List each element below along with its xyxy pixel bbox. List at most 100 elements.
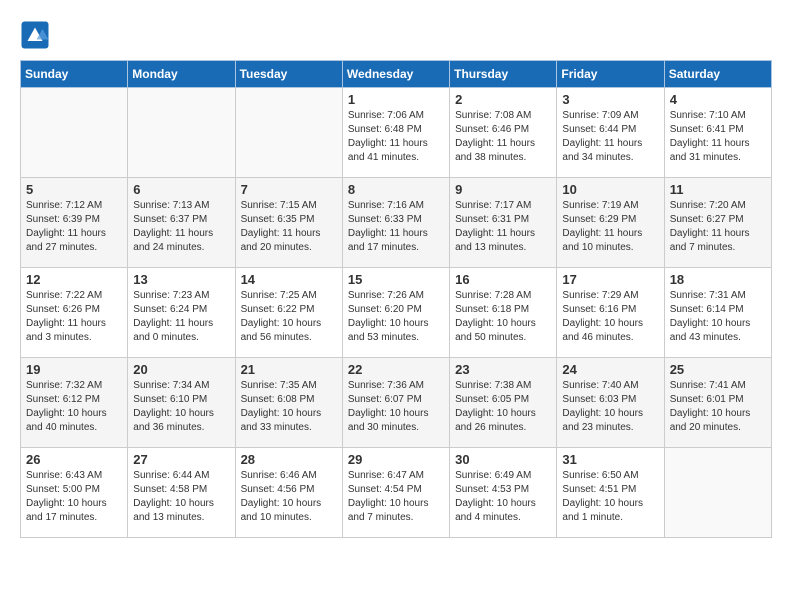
- day-content: Sunrise: 7:15 AM Sunset: 6:35 PM Dayligh…: [241, 199, 337, 255]
- calendar-cell: 21Sunrise: 7:35 AM Sunset: 6:08 PM Dayli…: [235, 358, 342, 448]
- day-content: Sunrise: 6:46 AM Sunset: 4:56 PM Dayligh…: [241, 469, 337, 525]
- calendar-cell: 7Sunrise: 7:15 AM Sunset: 6:35 PM Daylig…: [235, 178, 342, 268]
- day-number: 20: [133, 362, 229, 377]
- day-number: 10: [562, 182, 658, 197]
- day-number: 9: [455, 182, 551, 197]
- calendar-cell: [664, 448, 771, 538]
- day-content: Sunrise: 7:25 AM Sunset: 6:22 PM Dayligh…: [241, 289, 337, 345]
- calendar-cell: 20 Sunrise: 7:34 AM Sunset: 6:10 PM Dayli…: [128, 358, 235, 448]
- calendar-cell: 2Sunrise: 7:08 AM Sunset: 6:46 PM Daylig…: [450, 88, 557, 178]
- day-number: 27: [133, 452, 229, 467]
- day-content: Sunrise: 7:28 AM Sunset: 6:18 PM Dayligh…: [455, 289, 551, 345]
- day-content: Sunrise: 7:22 AM Sunset: 6:26 PM Dayligh…: [26, 289, 122, 345]
- week-row-3: 19Sunrise: 7:32 AM Sunset: 6:12 PM Dayli…: [21, 358, 772, 448]
- day-number: 18: [670, 272, 766, 287]
- day-number: 1: [348, 92, 444, 107]
- calendar-cell: 13 Sunrise: 7:23 AM Sunset: 6:24 PM Dayli…: [128, 268, 235, 358]
- day-content: Sunrise: 6:47 AM Sunset: 4:54 PM Dayligh…: [348, 469, 444, 525]
- calendar-header: SundayMondayTuesdayWednesdayThursdayFrid…: [21, 61, 772, 88]
- day-number: 8: [348, 182, 444, 197]
- day-content: Sunrise: 7:23 AM Sunset: 6:24 PM Dayligh…: [133, 289, 229, 345]
- week-row-2: 12 Sunrise: 7:22 AM Sunset: 6:26 PM Dayli…: [21, 268, 772, 358]
- day-content: Sunrise: 7:06 AM Sunset: 6:48 PM Dayligh…: [348, 109, 444, 165]
- day-content: Sunrise: 7:20 AM Sunset: 6:27 PM Dayligh…: [670, 199, 766, 255]
- calendar-cell: 19Sunrise: 7:32 AM Sunset: 6:12 PM Dayli…: [21, 358, 128, 448]
- days-row: SundayMondayTuesdayWednesdayThursdayFrid…: [21, 61, 772, 88]
- calendar-cell: 24 Sunrise: 7:40 AM Sunset: 6:03 PM Dayli…: [557, 358, 664, 448]
- calendar-cell: 9 Sunrise: 7:17 AM Sunset: 6:31 PM Daylig…: [450, 178, 557, 268]
- calendar-cell: 31 Sunrise: 6:50 AM Sunset: 4:51 PM Dayli…: [557, 448, 664, 538]
- day-number: 6: [133, 182, 229, 197]
- logo-icon: [20, 20, 50, 50]
- day-content: Sunrise: 7:12 AM Sunset: 6:39 PM Dayligh…: [26, 199, 122, 255]
- calendar-cell: [128, 88, 235, 178]
- logo: [20, 20, 54, 50]
- day-content: Sunrise: 7:41 AM Sunset: 6:01 PM Dayligh…: [670, 379, 766, 435]
- week-row-0: 1 Sunrise: 7:06 AM Sunset: 6:48 PM Daylig…: [21, 88, 772, 178]
- day-number: 22: [348, 362, 444, 377]
- calendar-cell: [235, 88, 342, 178]
- day-content: Sunrise: 7:40 AM Sunset: 6:03 PM Dayligh…: [562, 379, 658, 435]
- calendar-body: 1 Sunrise: 7:06 AM Sunset: 6:48 PM Daylig…: [21, 88, 772, 538]
- day-header-wednesday: Wednesday: [342, 61, 449, 88]
- day-header-monday: Monday: [128, 61, 235, 88]
- calendar-cell: 27 Sunrise: 6:44 AM Sunset: 4:58 PM Dayli…: [128, 448, 235, 538]
- day-content: Sunrise: 7:38 AM Sunset: 6:05 PM Dayligh…: [455, 379, 551, 435]
- calendar-cell: [21, 88, 128, 178]
- day-number: 13: [133, 272, 229, 287]
- day-content: Sunrise: 7:09 AM Sunset: 6:44 PM Dayligh…: [562, 109, 658, 165]
- calendar-cell: 8 Sunrise: 7:16 AM Sunset: 6:33 PM Daylig…: [342, 178, 449, 268]
- calendar-cell: 3 Sunrise: 7:09 AM Sunset: 6:44 PM Daylig…: [557, 88, 664, 178]
- day-content: Sunrise: 7:34 AM Sunset: 6:10 PM Dayligh…: [133, 379, 229, 435]
- day-number: 5: [26, 182, 122, 197]
- day-content: Sunrise: 6:50 AM Sunset: 4:51 PM Dayligh…: [562, 469, 658, 525]
- day-number: 28: [241, 452, 337, 467]
- day-content: Sunrise: 6:44 AM Sunset: 4:58 PM Dayligh…: [133, 469, 229, 525]
- day-header-tuesday: Tuesday: [235, 61, 342, 88]
- day-content: Sunrise: 7:36 AM Sunset: 6:07 PM Dayligh…: [348, 379, 444, 435]
- day-content: Sunrise: 7:29 AM Sunset: 6:16 PM Dayligh…: [562, 289, 658, 345]
- day-content: Sunrise: 7:16 AM Sunset: 6:33 PM Dayligh…: [348, 199, 444, 255]
- day-number: 25: [670, 362, 766, 377]
- day-number: 11: [670, 182, 766, 197]
- day-content: Sunrise: 7:17 AM Sunset: 6:31 PM Dayligh…: [455, 199, 551, 255]
- day-content: Sunrise: 6:49 AM Sunset: 4:53 PM Dayligh…: [455, 469, 551, 525]
- day-content: Sunrise: 7:13 AM Sunset: 6:37 PM Dayligh…: [133, 199, 229, 255]
- calendar-cell: 11 Sunrise: 7:20 AM Sunset: 6:27 PM Dayli…: [664, 178, 771, 268]
- calendar-cell: 4Sunrise: 7:10 AM Sunset: 6:41 PM Daylig…: [664, 88, 771, 178]
- day-number: 14: [241, 272, 337, 287]
- day-number: 23: [455, 362, 551, 377]
- calendar-cell: 18Sunrise: 7:31 AM Sunset: 6:14 PM Dayli…: [664, 268, 771, 358]
- day-number: 31: [562, 452, 658, 467]
- day-content: Sunrise: 7:08 AM Sunset: 6:46 PM Dayligh…: [455, 109, 551, 165]
- day-number: 12: [26, 272, 122, 287]
- day-number: 16: [455, 272, 551, 287]
- calendar-table: SundayMondayTuesdayWednesdayThursdayFrid…: [20, 60, 772, 538]
- calendar-cell: 30Sunrise: 6:49 AM Sunset: 4:53 PM Dayli…: [450, 448, 557, 538]
- calendar-cell: 16 Sunrise: 7:28 AM Sunset: 6:18 PM Dayli…: [450, 268, 557, 358]
- day-header-thursday: Thursday: [450, 61, 557, 88]
- week-row-4: 26 Sunrise: 6:43 AM Sunset: 5:00 PM Dayli…: [21, 448, 772, 538]
- day-header-sunday: Sunday: [21, 61, 128, 88]
- day-content: Sunrise: 7:19 AM Sunset: 6:29 PM Dayligh…: [562, 199, 658, 255]
- day-header-saturday: Saturday: [664, 61, 771, 88]
- day-number: 29: [348, 452, 444, 467]
- day-content: Sunrise: 7:10 AM Sunset: 6:41 PM Dayligh…: [670, 109, 766, 165]
- calendar-cell: 12 Sunrise: 7:22 AM Sunset: 6:26 PM Dayli…: [21, 268, 128, 358]
- calendar-cell: 26 Sunrise: 6:43 AM Sunset: 5:00 PM Dayli…: [21, 448, 128, 538]
- calendar-cell: 22 Sunrise: 7:36 AM Sunset: 6:07 PM Dayli…: [342, 358, 449, 448]
- calendar-cell: 1 Sunrise: 7:06 AM Sunset: 6:48 PM Daylig…: [342, 88, 449, 178]
- day-number: 3: [562, 92, 658, 107]
- day-number: 24: [562, 362, 658, 377]
- calendar-cell: 28 Sunrise: 6:46 AM Sunset: 4:56 PM Dayli…: [235, 448, 342, 538]
- week-row-1: 5 Sunrise: 7:12 AM Sunset: 6:39 PM Daylig…: [21, 178, 772, 268]
- calendar-cell: 6 Sunrise: 7:13 AM Sunset: 6:37 PM Daylig…: [128, 178, 235, 268]
- calendar-cell: 25 Sunrise: 7:41 AM Sunset: 6:01 PM Dayli…: [664, 358, 771, 448]
- calendar-cell: 14 Sunrise: 7:25 AM Sunset: 6:22 PM Dayli…: [235, 268, 342, 358]
- day-number: 15: [348, 272, 444, 287]
- calendar-cell: 17Sunrise: 7:29 AM Sunset: 6:16 PM Dayli…: [557, 268, 664, 358]
- day-header-friday: Friday: [557, 61, 664, 88]
- day-content: Sunrise: 6:43 AM Sunset: 5:00 PM Dayligh…: [26, 469, 122, 525]
- day-content: Sunrise: 7:35 AM Sunset: 6:08 PM Dayligh…: [241, 379, 337, 435]
- day-number: 26: [26, 452, 122, 467]
